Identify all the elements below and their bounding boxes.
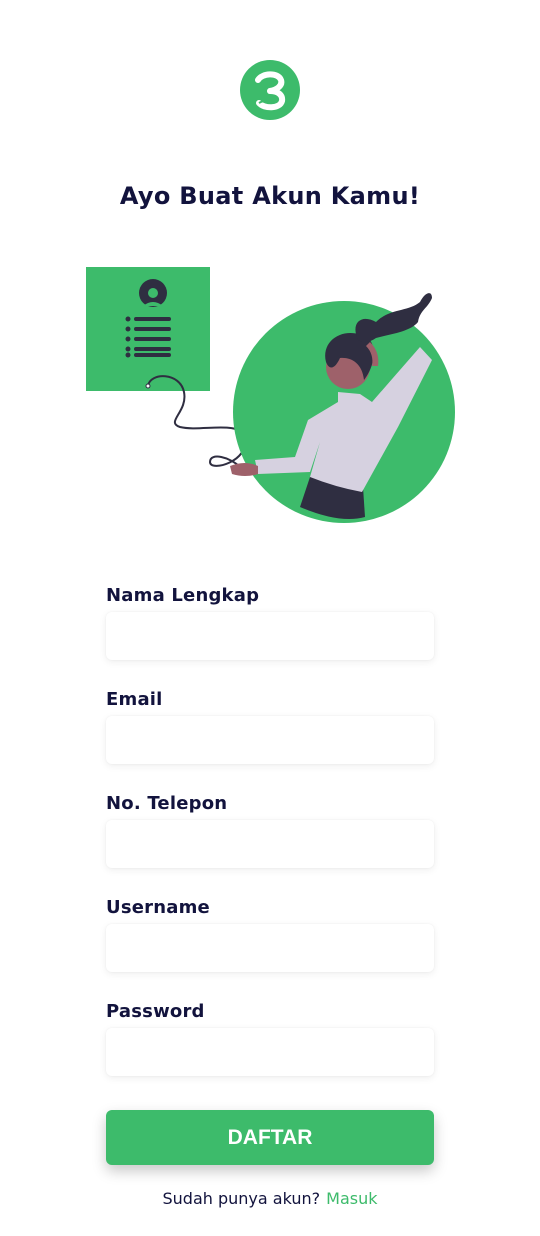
full-name-label: Nama Lengkap bbox=[106, 585, 260, 606]
password-field-group: Password bbox=[106, 1000, 434, 1076]
login-link[interactable]: Masuk bbox=[326, 1189, 377, 1208]
email-input[interactable] bbox=[106, 716, 434, 764]
page-title: Ayo Buat Akun Kamu! bbox=[119, 182, 421, 210]
register-button[interactable]: DAFTAR bbox=[106, 1110, 434, 1165]
password-label: Password bbox=[106, 1001, 205, 1022]
phone-input[interactable] bbox=[106, 820, 434, 868]
full-name-field-group: Nama Lengkap bbox=[106, 584, 434, 660]
username-label: Username bbox=[106, 897, 210, 918]
password-input[interactable] bbox=[106, 1028, 434, 1076]
phone-label: No. Telepon bbox=[106, 793, 228, 814]
full-name-input[interactable] bbox=[106, 612, 434, 660]
brand-logo-icon bbox=[240, 60, 300, 120]
email-field-group: Email bbox=[106, 688, 434, 764]
register-form: Nama Lengkap Email No. Telepon Username … bbox=[106, 584, 434, 1104]
email-label: Email bbox=[106, 689, 163, 710]
register-illustration bbox=[80, 262, 470, 532]
username-input[interactable] bbox=[106, 924, 434, 972]
phone-field-group: No. Telepon bbox=[106, 792, 434, 868]
login-prompt-text: Sudah punya akun? bbox=[162, 1189, 321, 1208]
username-field-group: Username bbox=[106, 896, 434, 972]
login-prompt: Sudah punya akun? Masuk bbox=[0, 1189, 540, 1208]
